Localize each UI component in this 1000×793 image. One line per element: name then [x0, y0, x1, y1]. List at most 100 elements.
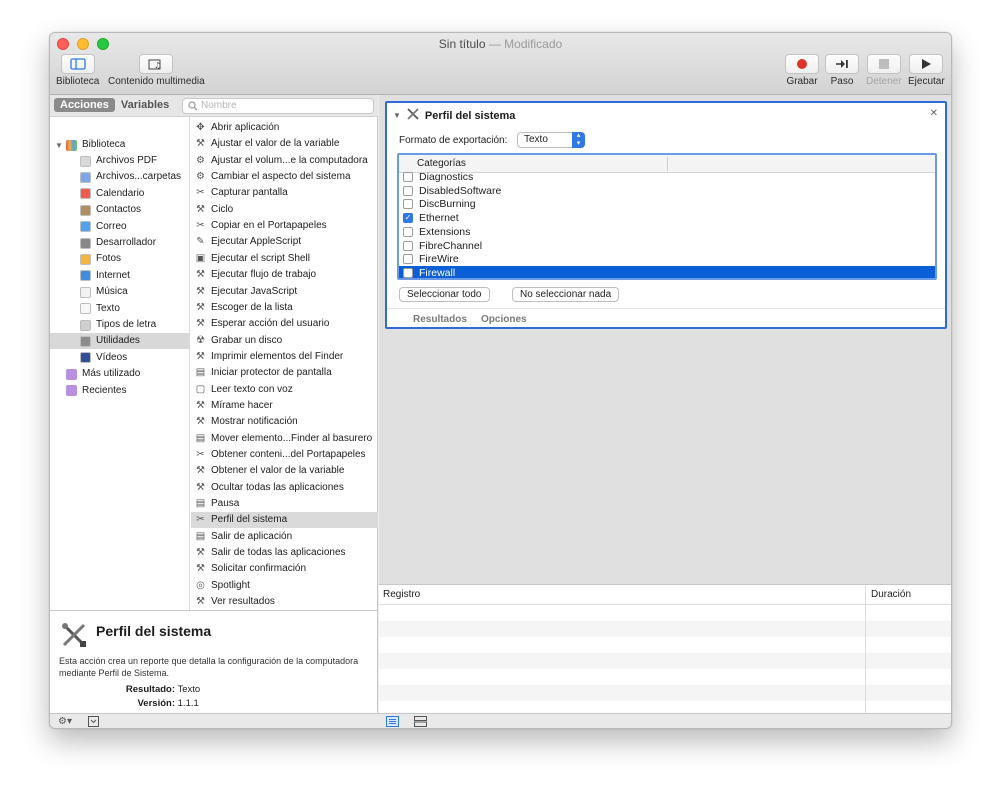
folder-icon — [66, 368, 77, 380]
action-item[interactable]: ⚒ Salir de todas las aplicaciones — [191, 545, 378, 561]
tab-acciones[interactable]: Acciones — [54, 98, 115, 112]
action-item[interactable]: ✂ Copiar en el Portapapeles — [191, 218, 378, 234]
action-item[interactable]: ⚒ Escoger de la lista — [191, 300, 378, 316]
category-item[interactable]: Tipos de letra — [50, 317, 190, 333]
list-view-icon[interactable] — [386, 716, 399, 728]
action-item[interactable]: ⚒ Ocultar todas las aplicaciones — [191, 480, 378, 496]
action-item[interactable]: ✂ Perfil del sistema — [191, 512, 378, 529]
category-item[interactable]: Vídeos — [50, 350, 190, 366]
table-row[interactable]: Firewall — [399, 265, 935, 278]
action-item[interactable]: ⚒ Mírame hacer — [191, 398, 378, 414]
detener-toolbar-button[interactable]: Detener — [866, 54, 902, 87]
tab-resultados[interactable]: Resultados — [413, 314, 467, 325]
table-row[interactable]: Extensions — [399, 225, 935, 239]
tab-opciones[interactable]: Opciones — [481, 314, 527, 325]
tab-variables[interactable]: Variables — [115, 98, 175, 112]
category-label: Contactos — [96, 204, 142, 216]
search-icon — [188, 101, 198, 116]
category-item[interactable]: Calendario — [50, 186, 190, 202]
biblioteca-toolbar-button[interactable]: Biblioteca — [56, 54, 99, 87]
table-row[interactable]: FibreChannel — [399, 239, 935, 253]
row-checkbox[interactable]: ✓ — [403, 213, 413, 224]
category-item[interactable]: Internet — [50, 268, 190, 284]
action-item[interactable]: ⚒ Esperar acción del usuario — [191, 316, 378, 332]
action-item[interactable]: ▣ Ejecutar el script Shell — [191, 251, 378, 267]
category-item[interactable]: Archivos PDF — [50, 153, 190, 169]
grabar-toolbar-button[interactable]: Grabar — [785, 54, 819, 87]
table-row[interactable]: DisabledSoftware — [399, 184, 935, 198]
category-label: Texto — [96, 302, 120, 314]
table-row[interactable]: Diagnostics — [399, 170, 935, 184]
disclosure-triangle-icon[interactable]: ▼ — [55, 141, 63, 150]
action-item[interactable]: ⚒ Ejecutar flujo de trabajo — [191, 267, 378, 283]
action-item[interactable]: ⚒ Ajustar el valor de la variable — [191, 136, 378, 152]
categories-table[interactable]: Categorías Diagnostics DisabledSoftware Di… — [397, 153, 937, 280]
search-input[interactable]: Nombre — [182, 98, 374, 114]
category-biblioteca[interactable]: Biblioteca — [66, 137, 125, 153]
action-item[interactable]: ▤ Pausa — [191, 496, 378, 512]
window-title: Sin título — Modificado — [50, 37, 951, 51]
multimedia-toolbar-button[interactable]: ♫ Contenido multimedia — [108, 54, 205, 87]
action-item[interactable]: ☢ Grabar un disco — [191, 333, 378, 349]
paso-toolbar-button[interactable]: Paso — [825, 54, 859, 87]
category-item[interactable]: Desarrollador — [50, 235, 190, 251]
select-none-button[interactable]: No seleccionar nada — [512, 287, 620, 302]
action-description: Perfil del sistema Esta acción crea un r… — [50, 610, 378, 713]
category-icon — [80, 319, 91, 331]
split-view-icon[interactable] — [414, 716, 427, 728]
action-item[interactable]: ⚙ Ajustar el volum...e la computadora — [191, 153, 378, 169]
action-label: Mírame hacer — [211, 399, 273, 411]
show-description-icon[interactable] — [88, 716, 99, 728]
action-item[interactable]: ◎ Spotlight — [191, 578, 378, 594]
action-item[interactable]: ⚙ Cambiar el aspecto del sistema — [191, 169, 378, 185]
category-label: Vídeos — [96, 351, 128, 363]
disclosure-triangle-icon[interactable]: ▼ — [393, 111, 401, 120]
action-item[interactable]: ✂ Obtener conteni...del Portapapeles — [191, 447, 378, 463]
category-item[interactable]: Contactos — [50, 202, 190, 218]
smart-group-item[interactable]: Recientes — [50, 383, 126, 399]
action-item[interactable]: ⚒ Mostrar notificación — [191, 414, 378, 430]
category-icon — [80, 253, 91, 265]
table-row[interactable]: DiscBurning — [399, 197, 935, 211]
action-item[interactable]: ✂ Capturar pantalla — [191, 185, 378, 201]
ejecutar-toolbar-button[interactable]: Ejecutar — [908, 54, 945, 87]
row-checkbox[interactable] — [403, 254, 413, 265]
category-item[interactable]: Texto — [50, 301, 190, 317]
column-header-categorias[interactable]: Categorías — [417, 158, 466, 169]
column-header-duracion[interactable]: Duración — [871, 589, 911, 600]
row-checkbox[interactable] — [403, 172, 413, 182]
row-checkbox[interactable] — [403, 240, 413, 251]
action-item[interactable]: ▢ Leer texto con voz — [191, 382, 378, 398]
table-row[interactable]: FireWire — [399, 252, 935, 266]
category-item[interactable]: Música — [50, 284, 190, 300]
action-item[interactable]: ⚒ Ciclo — [191, 202, 378, 218]
gear-menu-icon[interactable]: ⚙▾ — [58, 716, 72, 727]
category-item[interactable]: Archivos...carpetas — [50, 169, 190, 185]
category-item[interactable]: Utilidades — [50, 333, 190, 350]
close-icon[interactable]: ✕ — [930, 108, 938, 119]
category-item[interactable]: Fotos — [50, 251, 190, 267]
row-checkbox[interactable] — [403, 226, 413, 237]
action-item[interactable]: ▤ Salir de aplicación — [191, 529, 378, 545]
select-all-button[interactable]: Seleccionar todo — [399, 287, 490, 302]
action-card[interactable]: ▼ Perfil del sistema ✕ Formato de export… — [385, 101, 947, 329]
action-item[interactable]: ✥ Abrir aplicación — [191, 120, 378, 136]
action-item[interactable]: ⚒ Ejecutar JavaScript — [191, 284, 378, 300]
action-item[interactable]: ⚒ Solicitar confirmación — [191, 561, 378, 577]
action-item[interactable]: ▤ Iniciar protector de pantalla — [191, 365, 378, 381]
table-row[interactable]: ✓ Ethernet — [399, 211, 935, 225]
action-item[interactable]: ✎ Ejecutar AppleScript — [191, 234, 378, 250]
smart-group-item[interactable]: Más utilizado — [50, 366, 140, 382]
action-item[interactable]: ⚒ Ver resultados — [191, 594, 378, 610]
row-checkbox[interactable] — [403, 199, 413, 210]
detener-label: Detener — [866, 76, 902, 87]
row-checkbox[interactable] — [403, 267, 413, 278]
action-item[interactable]: ▤ Mover elemento...Finder al basurero — [191, 431, 378, 447]
format-popup[interactable]: Texto ▴ ▾ — [517, 132, 585, 148]
column-header-registro[interactable]: Registro — [383, 589, 420, 600]
row-checkbox[interactable] — [403, 185, 413, 196]
category-item[interactable]: Correo — [50, 219, 190, 235]
action-item[interactable]: ⚒ Obtener el valor de la variable — [191, 463, 378, 479]
action-item[interactable]: ⚒ Imprimir elementos del Finder — [191, 349, 378, 365]
log-row — [379, 685, 951, 701]
